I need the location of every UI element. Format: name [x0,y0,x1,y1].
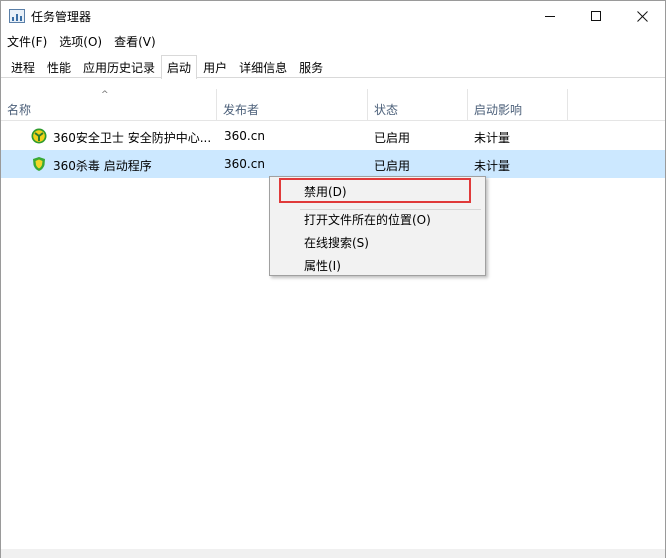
table-row[interactable]: 360安全卫士 安全防护中心... 360.cn 已启用 未计量 [1,122,665,150]
menu-view[interactable]: 查看(V) [108,31,162,53]
column-header-name[interactable]: 名称 ^ [1,89,217,121]
column-header-status[interactable]: 状态 [368,89,468,121]
ctx-open-file-location-label: 打开文件所在的位置(O) [304,213,431,227]
column-label-name: 名称 [7,103,32,117]
close-icon [636,10,648,22]
task-manager-app-icon [9,9,25,23]
task-manager-window: 任务管理器 文件(F) 选项(O) 查看(V) 进程 性能 应用历史记录 启动 … [0,0,666,558]
menu-options[interactable]: 选项(O) [53,31,108,53]
tab-processes[interactable]: 进程 [5,55,41,77]
tab-services[interactable]: 服务 [293,55,329,77]
row-status: 已启用 [374,131,411,145]
minimize-icon [545,15,555,17]
tab-users[interactable]: 用户 [197,55,233,77]
tab-strip: 进程 性能 应用历史记录 启动 用户 详细信息 服务 [1,55,665,79]
row-impact: 未计量 [474,159,511,173]
column-label-status: 状态 [374,103,399,117]
ctx-properties-label: 属性(I) [304,259,341,273]
sort-ascending-icon: ^ [101,90,109,100]
title-bar: 任务管理器 [1,1,665,31]
row-publisher: 360.cn [224,129,265,143]
ctx-search-online[interactable]: 在线搜索(S) [270,230,485,252]
column-label-impact: 启动影响 [474,103,523,117]
maximize-icon [591,11,601,21]
360-safeguard-icon [31,128,47,144]
360-antivirus-shield-icon [33,157,45,171]
ctx-search-online-label: 在线搜索(S) [304,236,369,250]
ctx-properties[interactable]: 属性(I) [270,253,485,275]
column-header-row: 名称 ^ 发布者 状态 启动影响 [1,89,665,121]
window-title: 任务管理器 [31,10,92,24]
row-publisher: 360.cn [224,157,265,171]
row-status: 已启用 [374,159,411,173]
column-label-publisher: 发布者 [223,103,260,117]
close-button[interactable] [619,1,665,31]
tab-details[interactable]: 详细信息 [233,55,293,77]
menu-file[interactable]: 文件(F) [1,31,53,53]
minimize-button[interactable] [527,1,573,31]
row-name: 360杀毒 启动程序 [53,159,152,173]
table-row-selected[interactable]: 360杀毒 启动程序 360.cn 已启用 未计量 [1,150,665,178]
maximize-button[interactable] [573,1,619,31]
bottom-status-strip [1,549,665,558]
column-header-publisher[interactable]: 发布者 [217,89,368,121]
tab-startup[interactable]: 启动 [161,55,198,79]
row-name: 360安全卫士 安全防护中心... [53,131,212,145]
tab-app-history[interactable]: 应用历史记录 [77,55,161,77]
column-header-impact[interactable]: 启动影响 [468,89,568,121]
row-impact: 未计量 [474,131,511,145]
ctx-open-file-location[interactable]: 打开文件所在的位置(O) [270,207,485,229]
disable-highlight-box [279,178,471,203]
tab-performance[interactable]: 性能 [41,55,77,77]
menu-bar: 文件(F) 选项(O) 查看(V) [1,31,665,53]
